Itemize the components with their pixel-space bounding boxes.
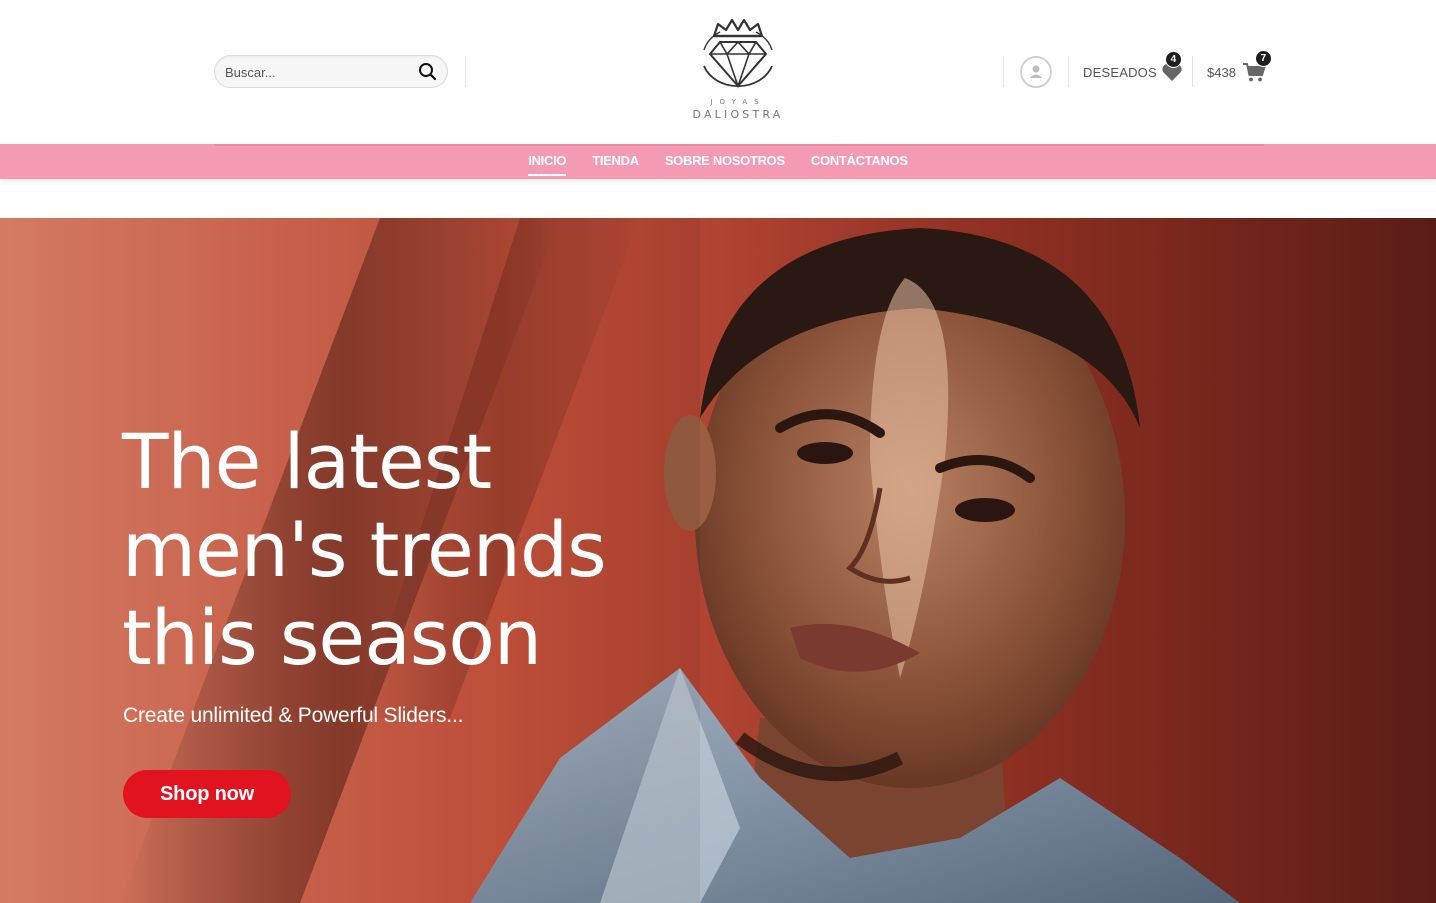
hero-title: The latest men's trends this season xyxy=(122,418,642,682)
search-input[interactable] xyxy=(225,62,415,82)
search-form xyxy=(214,55,448,88)
hero-title-line: men's trends xyxy=(122,505,607,594)
user-icon xyxy=(1030,65,1042,78)
logo-diamond-crown-icon xyxy=(703,18,773,89)
search-icon[interactable] xyxy=(417,61,439,83)
cart-count-badge: 7 xyxy=(1255,51,1271,66)
account-button[interactable] xyxy=(1020,56,1052,88)
logo-title: DALIOSTRA xyxy=(692,108,784,121)
shop-now-button[interactable]: Shop now xyxy=(123,770,291,818)
hero-title-line: this season xyxy=(122,593,542,682)
header-divider xyxy=(1003,56,1004,87)
hero-title-line: The latest xyxy=(122,417,492,506)
main-navigation: INICIO TIENDA SOBRE NOSOTROS CONTÁCTANOS xyxy=(0,144,1436,179)
wishlist-link[interactable]: DESEADOS 4 xyxy=(1083,52,1183,84)
cart-total: $438 xyxy=(1207,64,1236,80)
nav-item-tienda[interactable]: TIENDA xyxy=(592,153,639,170)
cart-link[interactable]: $438 7 xyxy=(1207,51,1271,84)
nav-item-inicio[interactable]: INICIO xyxy=(528,153,567,176)
nav-item-sobre-nosotros[interactable]: SOBRE NOSOTROS xyxy=(665,153,785,170)
logo-subtitle: JOYAS xyxy=(710,98,766,106)
nav-item-contactanos[interactable]: CONTÁCTANOS xyxy=(811,153,908,170)
hero-subtitle: Create unlimited & Powerful Sliders... xyxy=(123,704,464,727)
wishlist-label: DESEADOS xyxy=(1083,64,1157,80)
cart-icon: 7 xyxy=(1242,51,1271,83)
header-divider xyxy=(465,56,466,87)
wishlist-count-badge: 4 xyxy=(1165,52,1181,67)
nav-menu: INICIO TIENDA SOBRE NOSOTROS CONTÁCTANOS xyxy=(0,144,1436,179)
header-divider xyxy=(1192,56,1193,87)
site-logo[interactable]: JOYAS DALIOSTRA xyxy=(680,14,796,124)
header-divider xyxy=(1068,56,1069,87)
heart-icon: 4 xyxy=(1161,52,1183,82)
site-header: JOYAS DALIOSTRA DESEADOS 4 $438 7 xyxy=(0,0,1436,144)
hero-slider: The latest men's trends this season Crea… xyxy=(0,218,1436,903)
